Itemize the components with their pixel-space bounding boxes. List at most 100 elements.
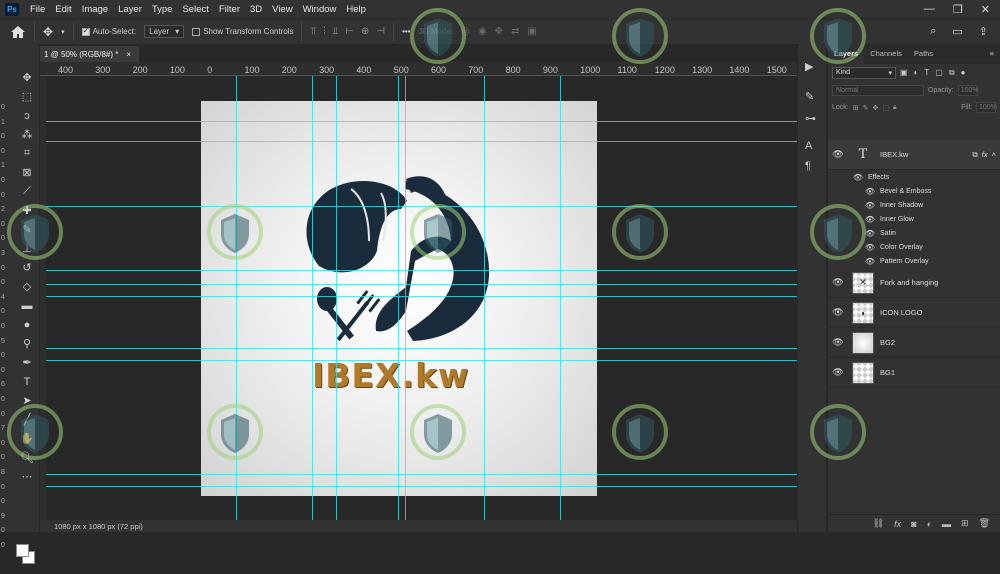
opacity-field[interactable]: 100% [957,85,979,96]
eye-icon[interactable]: 👁︎ [828,277,848,288]
guide-line[interactable] [484,76,485,520]
smart-object-filter-icon[interactable]: ⧉ [949,68,955,78]
eye-icon[interactable]: 👁︎ [848,173,868,182]
align-left-icon[interactable]: ⊢ [345,26,354,37]
minimize-button[interactable]: — [924,3,935,16]
type-filter-icon[interactable]: T [924,68,929,78]
layer-row[interactable]: 👁︎ BG1 [828,358,1000,388]
align-bottom-icon[interactable]: ⫫ [333,26,339,37]
lock-all-icon[interactable]: 🔒︎ [893,104,897,112]
eye-icon[interactable]: 👁︎ [828,337,848,348]
guide-line[interactable] [336,76,337,520]
auto-select-target-select[interactable]: Layer ▾ [144,25,185,38]
tab-channels[interactable]: Channels [864,44,908,64]
guide-line[interactable] [46,121,797,122]
align-top-icon[interactable]: ⫪ [310,26,316,37]
lasso-tool-icon[interactable]: ↄ [17,106,37,125]
crop-tool-icon[interactable]: ⌗ [17,144,37,163]
eye-icon[interactable]: 👁︎ [828,367,848,378]
foreground-color-swatch[interactable] [16,544,29,557]
guide-line[interactable] [46,296,797,297]
adjustment-filter-icon[interactable]: ◐ [914,68,919,78]
roll-icon[interactable]: ◉ [478,26,487,37]
lock-artboard-icon[interactable]: ⬚ [882,104,889,112]
guide-line[interactable] [46,486,797,487]
type-tool-icon[interactable]: T [17,372,37,391]
share-icon[interactable]: ⇪ [979,25,988,38]
guide-line[interactable] [312,76,313,520]
menu-edit[interactable]: Edit [50,4,76,15]
menu-image[interactable]: Image [77,4,113,15]
panel-menu-icon[interactable]: ≡ [990,49,1000,58]
dodge-tool-icon[interactable]: ⚲ [17,334,37,353]
effect-item[interactable]: 👁︎ Bevel & Emboss [828,184,1000,198]
eye-icon[interactable]: 👁︎ [828,307,848,318]
guide-line[interactable] [46,141,797,142]
home-icon[interactable] [10,25,26,39]
add-style-icon[interactable]: fx [894,519,901,529]
magic-wand-tool-icon[interactable]: ⁂ [17,125,37,144]
guide-line[interactable] [46,348,797,349]
eyedropper-tool-icon[interactable]: ⟋ [17,182,37,201]
link-layers-icon[interactable]: ⛓︎ [873,518,884,529]
eraser-tool-icon[interactable]: ◇ [17,277,37,296]
lock-position-icon[interactable]: ✥ [872,104,878,112]
character-panel-icon[interactable]: A [805,140,812,152]
guide-line[interactable] [405,76,406,520]
show-transform-checkbox[interactable] [192,27,201,36]
document-tab[interactable]: 1 @ 50% (RGB/8#) * × [40,46,140,62]
show-transform-toggle[interactable]: Show Transform Controls [192,27,293,36]
guide-line[interactable] [560,76,561,520]
guide-line[interactable] [46,474,797,475]
auto-select-toggle[interactable]: Auto-Select: [81,26,136,36]
guide-line[interactable] [46,270,797,271]
lock-image-icon[interactable]: ✎ [863,104,869,112]
fill-field[interactable]: 100% [976,102,997,113]
marquee-tool-icon[interactable]: ⬚ [17,87,37,106]
menu-view[interactable]: View [267,4,297,15]
layer-row[interactable]: 👁︎ ✕ Fork and hanging [828,268,1000,298]
frame-tool-icon[interactable]: ⊠ [17,163,37,182]
menu-help[interactable]: Help [341,4,371,15]
workspace-icon[interactable]: ▭ [952,25,962,38]
effects-header[interactable]: 👁︎ Effects [828,170,1000,184]
paragraph-panel-icon[interactable]: ¶ [805,160,811,172]
pixel-filter-icon[interactable]: ▣ [900,68,908,78]
blend-mode-select[interactable]: Normal [832,85,924,96]
align-vcenter-icon[interactable]: ⫶ [323,26,326,37]
adjustment-layer-icon[interactable]: ◐ [927,519,932,529]
pan-icon[interactable]: ✥ [495,26,503,37]
filter-toggle-icon[interactable]: ● [961,68,966,78]
menu-filter[interactable]: Filter [214,4,245,15]
menu-layer[interactable]: Layer [113,4,147,15]
close-tab-icon[interactable]: × [126,50,131,59]
chevron-up-icon[interactable]: ˄ [992,150,996,160]
eye-icon[interactable]: 👁︎ [828,149,848,160]
layer-row[interactable]: 👁︎ ◗ ICON LOGO [828,298,1000,328]
menu-select[interactable]: Select [177,4,213,15]
menu-3d[interactable]: 3D [245,4,267,15]
menu-type[interactable]: Type [147,4,178,15]
move-tool-icon[interactable]: ✥ [43,25,53,39]
guide-line[interactable] [398,76,399,520]
layer-row-text[interactable]: 👁︎ T IBEX.kw ⧉ fx ˄ [828,140,1000,170]
close-window-button[interactable]: ✕ [981,3,990,16]
menu-file[interactable]: File [25,4,50,15]
chevron-down-icon[interactable]: ▾ [61,28,65,36]
tab-paths[interactable]: Paths [908,44,939,64]
add-mask-icon[interactable]: ◙ [911,519,916,529]
restore-button[interactable]: ❐ [953,3,963,16]
adjust-icon[interactable]: ⊶ [805,112,816,125]
new-group-icon[interactable]: ▬ [942,519,951,529]
slide-icon[interactable]: ⇄ [511,26,519,37]
guide-line[interactable] [46,360,797,361]
auto-select-checkbox[interactable] [81,26,90,36]
scale-icon[interactable]: ▣ [527,26,536,37]
align-hcenter-icon[interactable]: ⊕ [361,26,369,37]
fx-badge[interactable]: fx [982,150,988,160]
pen-tool-icon[interactable]: ✒ [17,353,37,372]
guide-line[interactable] [46,284,797,285]
lock-transparent-icon[interactable]: ⊞ [853,104,859,112]
blur-tool-icon[interactable]: ● [17,315,37,334]
search-icon[interactable]: ⌕ [930,25,936,38]
